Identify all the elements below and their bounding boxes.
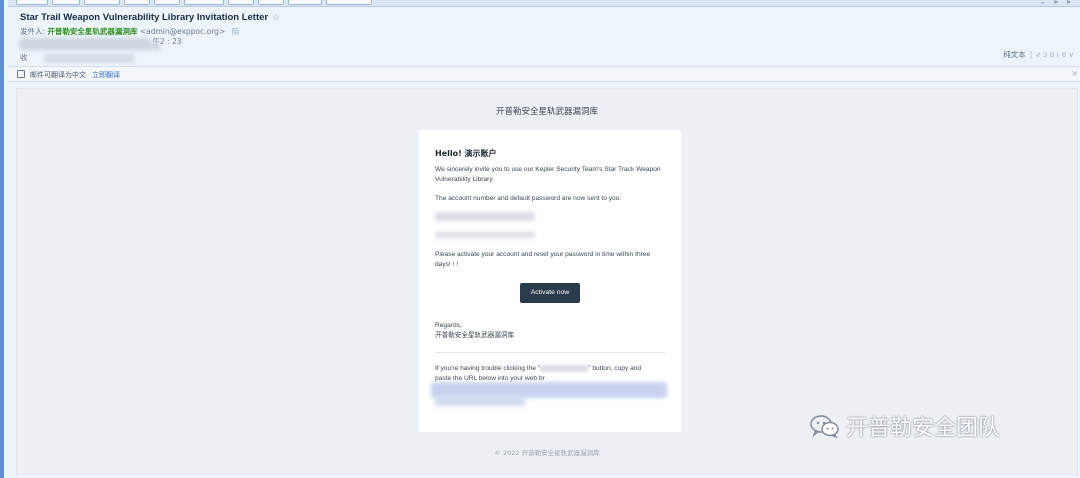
sender-address: <admin@exppoc.org> bbox=[139, 27, 226, 36]
redacted-password bbox=[435, 232, 535, 238]
copyright: © 2022 开普勒安全星轨武器漏洞库 bbox=[494, 449, 600, 457]
redacted-recipient[interactable] bbox=[43, 53, 134, 63]
sender-name[interactable]: 开普勒安全星轨武器漏洞库 bbox=[47, 27, 137, 36]
translate-text-wrap: 邮件可翻译为中文 立即翻译 bbox=[30, 70, 120, 80]
mail-toolbar: ⌃ ⌄ ▸ ▸ bbox=[8, 0, 1080, 7]
more-options-icon[interactable]: ℯ ɔ ɑ ɩ ɐ ∨ bbox=[1036, 50, 1074, 59]
watermark-text: 开普勒安全团队 bbox=[846, 416, 1001, 441]
stranger-tag[interactable]: 陌 bbox=[232, 27, 240, 36]
mail-subject: Star Trail Weapon Vulnerability Library … bbox=[20, 12, 280, 23]
toolbar-button[interactable] bbox=[84, 0, 120, 5]
invite-text: We sincerely invite you to use our Keple… bbox=[435, 166, 661, 183]
toolbar-button[interactable] bbox=[52, 0, 80, 5]
toolbar-nav-icons[interactable]: ⌃ ⌄ ▸ ▸ bbox=[1024, 0, 1074, 6]
star-icon[interactable]: ☆ bbox=[272, 12, 280, 22]
view-options: 纯文本 | ℯ ɔ ɑ ɩ ɐ ∨ bbox=[1003, 50, 1074, 59]
toolbar-button[interactable] bbox=[16, 0, 48, 5]
subject-text: Star Trail Weapon Vulnerability Library … bbox=[20, 12, 269, 23]
activate-text: Please activate your account and reset y… bbox=[435, 251, 651, 268]
activate-now-button[interactable]: Activate now bbox=[520, 283, 580, 303]
translate-icon bbox=[17, 70, 25, 78]
divider bbox=[435, 352, 665, 353]
recipient-label: 收 bbox=[20, 53, 28, 62]
translate-now-link[interactable]: 立即翻译 bbox=[92, 71, 120, 79]
toolbar-button[interactable] bbox=[124, 0, 150, 5]
watermark: 开普勒安全团队 bbox=[810, 410, 1000, 444]
close-icon[interactable]: × bbox=[1071, 69, 1078, 78]
redacted-url-tail bbox=[435, 396, 525, 406]
translate-text: 邮件可翻译为中文 bbox=[30, 71, 86, 79]
toolbar-button[interactable] bbox=[288, 0, 322, 5]
account-text: The account number and default password … bbox=[435, 195, 622, 202]
greeting: Hello! 演示账户 bbox=[435, 149, 497, 158]
trouble-text-start: If you're having trouble clicking the " bbox=[435, 365, 541, 372]
wechat-icon bbox=[810, 414, 840, 444]
translate-bar: 邮件可翻译为中文 立即翻译 × bbox=[8, 66, 1080, 82]
redacted-button-name bbox=[540, 364, 589, 372]
toolbar-button[interactable] bbox=[154, 0, 180, 5]
regards-text: Regards, bbox=[435, 322, 462, 329]
toolbar-button[interactable] bbox=[228, 0, 254, 5]
redacted-account bbox=[435, 212, 535, 221]
signature: 开普勒安全星轨武器漏洞库 bbox=[435, 332, 515, 339]
toolbar-button[interactable] bbox=[258, 0, 284, 5]
mail-header: Star Trail Weapon Vulnerability Library … bbox=[8, 7, 1080, 66]
plain-text-link[interactable]: 纯文本 bbox=[1003, 50, 1026, 59]
redacted-line bbox=[20, 43, 160, 50]
toolbar-button[interactable] bbox=[184, 0, 224, 5]
mail-client-window: ⌃ ⌄ ▸ ▸ Star Trail Weapon Vulnerability … bbox=[0, 0, 1080, 478]
trouble-text-end: " button, copy and bbox=[588, 365, 642, 372]
invitation-card: Hello! 演示账户 We sincerely invite you to u… bbox=[419, 130, 681, 432]
brand-title: 开普勒安全星轨武器漏洞库 bbox=[495, 107, 598, 117]
toolbar-button[interactable] bbox=[326, 0, 372, 5]
recipient-row: 收 bbox=[20, 52, 134, 63]
sender-label: 发件人: bbox=[20, 27, 46, 36]
trouble-line: If you're having trouble clicking the " "… bbox=[435, 364, 665, 374]
